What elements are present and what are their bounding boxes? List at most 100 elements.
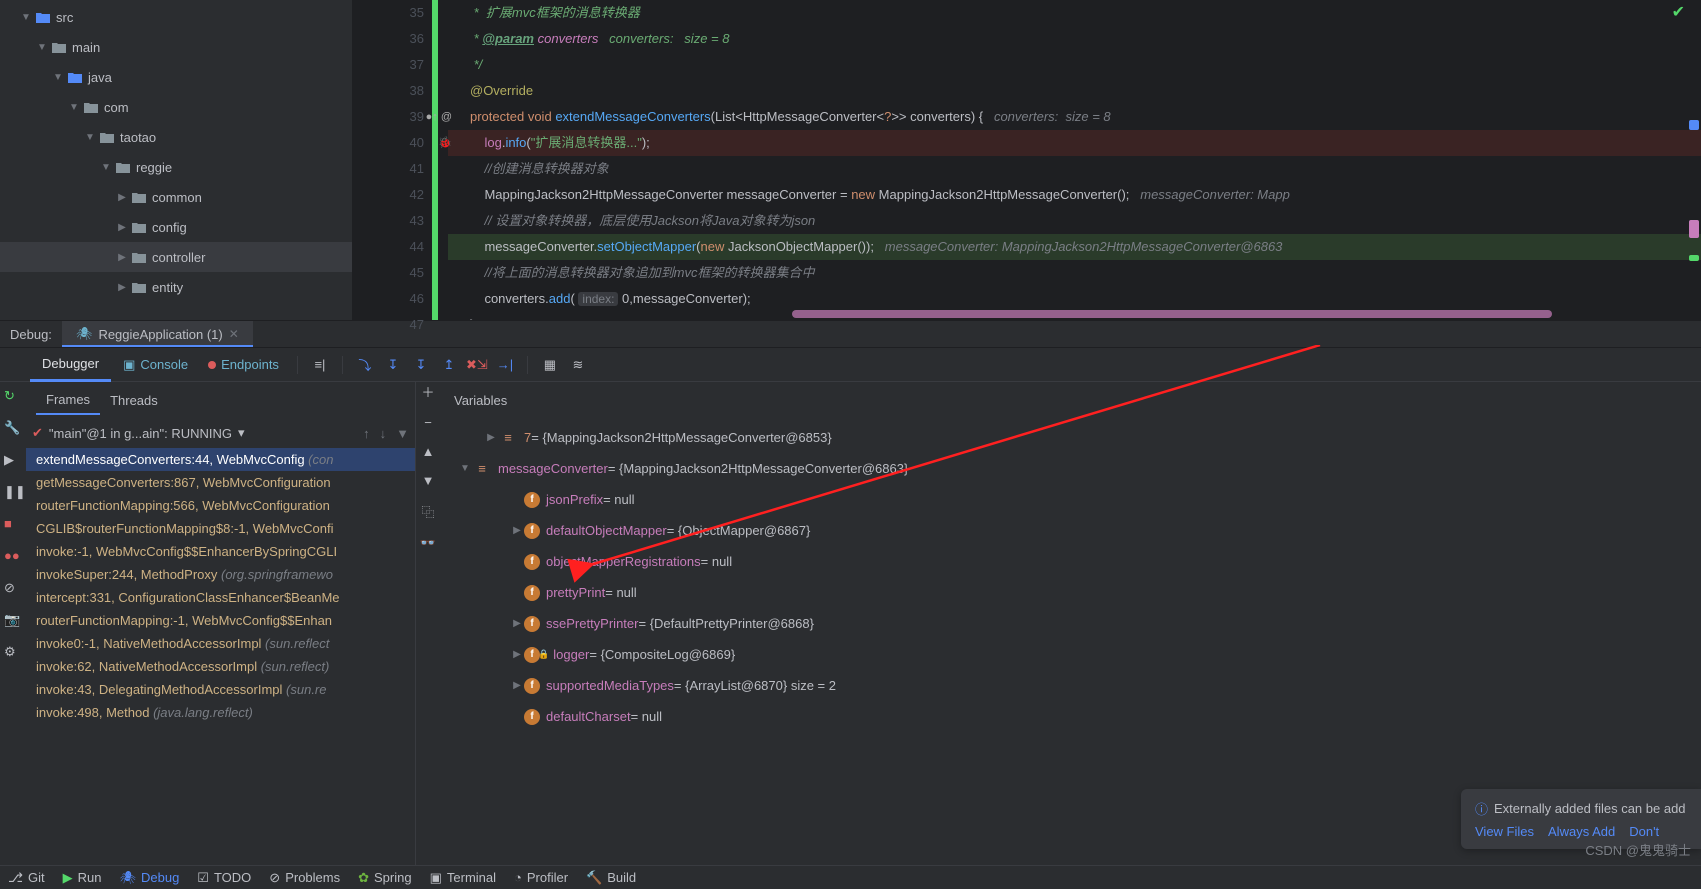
frame-row[interactable]: invokeSuper:244, MethodProxy (org.spring…	[26, 563, 415, 586]
get-thread-dump-icon[interactable]: 📷	[4, 612, 22, 630]
tree-entity[interactable]: ▶entity	[0, 272, 352, 302]
sb-build[interactable]: 🔨Build	[586, 870, 636, 886]
sb-todo[interactable]: ☑TODO	[197, 870, 251, 886]
variable-row[interactable]: ▶fdefaultObjectMapper = {ObjectMapper@68…	[440, 515, 1701, 546]
info-icon: ⓘ	[1475, 799, 1488, 818]
thread-state-icon: ✔	[32, 425, 43, 441]
filter-icon[interactable]: ▼	[396, 426, 409, 441]
tab-threads[interactable]: Threads	[100, 387, 168, 414]
run-config-tab[interactable]: 🕷 ReggieApplication (1) ✕	[62, 321, 253, 347]
frame-row[interactable]: invoke:62, NativeMethodAccessorImpl (sun…	[26, 655, 415, 678]
editor-scroll-markers	[1689, 0, 1699, 320]
tree-config[interactable]: ▶config	[0, 212, 352, 242]
trace-icon[interactable]: ≋	[566, 353, 590, 377]
tree-src[interactable]: ▼src	[0, 2, 352, 32]
project-tree[interactable]: ▼src ▼main ▼java ▼com ▼taotao ▼reggie ▶c…	[0, 0, 352, 320]
up-icon[interactable]: ▲	[417, 444, 439, 459]
stop-icon[interactable]: ■	[4, 516, 22, 534]
drop-frame-icon[interactable]: ✖⇲	[465, 353, 489, 377]
notif-dont[interactable]: Don't	[1629, 824, 1659, 839]
frame-row[interactable]: invoke:43, DelegatingMethodAccessorImpl …	[26, 678, 415, 701]
force-step-into-icon[interactable]: ↧	[409, 353, 433, 377]
sb-problems[interactable]: ⊘Problems	[269, 870, 340, 886]
spring-icon: ✿	[358, 870, 369, 886]
variable-row[interactable]: ▼≡messageConverter = {MappingJackson2Htt…	[440, 453, 1701, 484]
frame-row[interactable]: invoke:498, Method (java.lang.reflect)	[26, 701, 415, 724]
run-to-cursor-icon[interactable]: →|	[493, 353, 517, 377]
close-icon[interactable]: ✕	[229, 327, 239, 341]
settings-icon[interactable]: ⚙	[4, 644, 22, 662]
variables-header: Variables	[454, 387, 507, 414]
frames-list[interactable]: extendMessageConverters:44, WebMvcConfig…	[26, 448, 415, 865]
frame-row[interactable]: intercept:331, ConfigurationClassEnhance…	[26, 586, 415, 609]
pause-icon[interactable]: ❚❚	[4, 484, 22, 502]
step-into-icon[interactable]: ↧	[381, 353, 405, 377]
frame-row[interactable]: getMessageConverters:867, WebMvcConfigur…	[26, 471, 415, 494]
frame-down-icon[interactable]: ↓	[380, 426, 387, 441]
frame-row[interactable]: CGLIB$routerFunctionMapping$8:-1, WebMvc…	[26, 517, 415, 540]
variable-row[interactable]: fprettyPrint = null	[440, 577, 1701, 608]
evaluate-icon[interactable]: ▦	[538, 353, 562, 377]
sb-debug[interactable]: 🕷Debug	[119, 870, 179, 886]
chevron-down-icon[interactable]: ▾	[238, 425, 245, 441]
down-icon[interactable]: ▼	[417, 473, 439, 488]
step-over-icon[interactable]: ⤵	[353, 353, 377, 377]
thread-dropdown[interactable]: "main"@1 in g...ain": RUNNING	[49, 426, 232, 441]
glasses-icon[interactable]: 👓	[417, 535, 439, 551]
tree-common[interactable]: ▶common	[0, 182, 352, 212]
variable-row[interactable]: ▶fsupportedMediaTypes = {ArrayList@6870}…	[440, 670, 1701, 701]
rerun-icon[interactable]: ↻	[4, 388, 22, 406]
tab-endpoints[interactable]: Endpoints	[200, 357, 287, 372]
sb-run[interactable]: ▶Run	[63, 870, 102, 886]
watermark: CSDN @鬼鬼骑士	[1585, 840, 1691, 859]
variable-row[interactable]: ▶f🔒logger = {CompositeLog@6869}	[440, 639, 1701, 670]
modify-run-icon[interactable]: 🔧	[4, 420, 22, 438]
tab-console[interactable]: ▣Console	[115, 357, 196, 373]
variable-row[interactable]: fjsonPrefix = null	[440, 484, 1701, 515]
endpoints-icon	[208, 361, 216, 369]
variable-row[interactable]: ▶fssePrettyPrinter = {DefaultPrettyPrint…	[440, 608, 1701, 639]
tree-java[interactable]: ▼java	[0, 62, 352, 92]
threads-icon[interactable]: ≡|	[308, 353, 332, 377]
variable-row[interactable]: fdefaultCharset = null	[440, 701, 1701, 732]
frame-row[interactable]: extendMessageConverters:44, WebMvcConfig…	[26, 448, 415, 471]
tree-reggie[interactable]: ▼reggie	[0, 152, 352, 182]
frame-row[interactable]: routerFunctionMapping:-1, WebMvcConfig$$…	[26, 609, 415, 632]
frames-panel: Frames Threads ✔ "main"@1 in g...ain": R…	[26, 382, 416, 865]
tree-controller[interactable]: ▶controller	[0, 242, 352, 272]
vars-toolbar: ＋ − ▲ ▼ ⿻ 👓	[416, 382, 440, 865]
mute-breakpoints-icon[interactable]: ⊘	[4, 580, 22, 598]
tab-frames[interactable]: Frames	[36, 386, 100, 415]
code-editor[interactable]: 3536373839●↑ @40🐞41424344454647 * 扩展mvc框…	[352, 0, 1701, 320]
view-breakpoints-icon[interactable]: ●●	[4, 548, 22, 566]
copy-icon[interactable]: ⿻	[417, 502, 439, 521]
build-icon: 🔨	[586, 870, 602, 886]
notif-view-files[interactable]: View Files	[1475, 824, 1534, 839]
tree-taotao[interactable]: ▼taotao	[0, 122, 352, 152]
frame-up-icon[interactable]: ↑	[363, 426, 370, 441]
debug-tool-window-tabs: Debug: 🕷 ReggieApplication (1) ✕	[0, 320, 1701, 348]
editor-gutter[interactable]: 3536373839●↑ @40🐞41424344454647	[352, 0, 432, 320]
frame-row[interactable]: invoke0:-1, NativeMethodAccessorImpl (su…	[26, 632, 415, 655]
step-out-icon[interactable]: ↥	[437, 353, 461, 377]
variable-row[interactable]: fobjectMapperRegistrations = null	[440, 546, 1701, 577]
todo-icon: ☑	[197, 870, 209, 886]
sb-spring[interactable]: ✿Spring	[358, 870, 411, 886]
add-watch-icon[interactable]: ＋	[417, 382, 439, 401]
notif-always-add[interactable]: Always Add	[1548, 824, 1615, 839]
tree-com[interactable]: ▼com	[0, 92, 352, 122]
editor-hscrollbar[interactable]	[792, 310, 1552, 318]
sb-profiler[interactable]: ◔Profiler	[514, 870, 568, 885]
frame-row[interactable]: invoke:-1, WebMvcConfig$$EnhancerBySprin…	[26, 540, 415, 563]
resume-icon[interactable]: ▶	[4, 452, 22, 470]
inspection-ok-icon[interactable]: ✔	[1672, 2, 1685, 22]
variable-row[interactable]: ▶≡7 = {MappingJackson2HttpMessageConvert…	[440, 422, 1701, 453]
profiler-icon: ◔	[514, 870, 522, 885]
tab-debugger[interactable]: Debugger	[30, 348, 111, 382]
tree-main[interactable]: ▼main	[0, 32, 352, 62]
sb-git[interactable]: ⎇Git	[8, 870, 45, 886]
frame-row[interactable]: routerFunctionMapping:566, WebMvcConfigu…	[26, 494, 415, 517]
sb-terminal[interactable]: ▣Terminal	[430, 870, 496, 886]
remove-watch-icon[interactable]: −	[417, 415, 439, 430]
editor-content[interactable]: * 扩展mvc框架的消息转换器 * @param converters conv…	[432, 0, 1701, 320]
